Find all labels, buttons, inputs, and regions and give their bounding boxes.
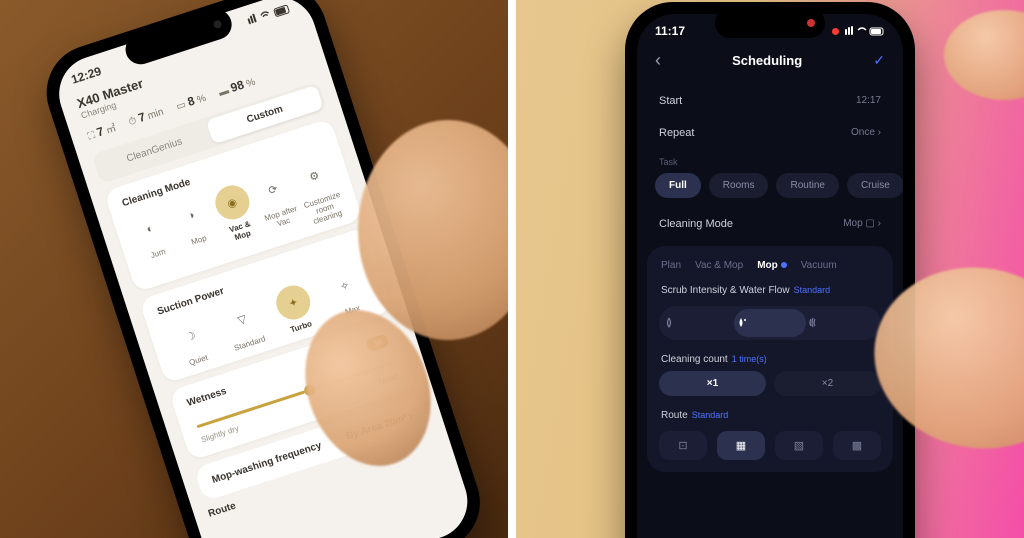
task-full[interactable]: Full (655, 173, 701, 198)
route-grid-icon[interactable]: ▩ (833, 431, 881, 460)
mopafter-icon: ⟳ (252, 168, 295, 211)
jum-icon: ◐ (129, 208, 172, 251)
opt-turbo[interactable]: ✦Turbo (265, 279, 325, 339)
repeat-row[interactable]: RepeatOnce › (655, 117, 885, 149)
opt-standard[interactable]: ▽Standard (214, 296, 274, 356)
scrub-label: Scrub Intensity & Water FlowStandard (659, 281, 881, 300)
route-fast-icon[interactable]: ⊡ (659, 431, 707, 460)
vacmop-icon: ◉ (211, 181, 254, 224)
turbo-icon: ✦ (272, 281, 315, 324)
scrub-standard[interactable] (734, 309, 806, 337)
task-rooms[interactable]: Rooms (709, 173, 769, 198)
stat-time: ⏱ 7 min (126, 104, 165, 129)
scrub-high[interactable] (806, 309, 878, 337)
max-icon: ✧ (323, 264, 366, 307)
task-section-label: Task (655, 149, 885, 169)
plan-tab-vacmop[interactable]: Vac & Mop (695, 260, 743, 271)
standard-icon: ▽ (220, 298, 263, 341)
back-button[interactable]: ‹ (655, 50, 661, 71)
confirm-button[interactable]: ✓ (873, 52, 885, 69)
plan-panel: Plan Vac & Mop Mop Vacuum Scrub Intensit… (647, 246, 893, 472)
count-x1[interactable]: ×1 (659, 371, 766, 396)
plan-tab-plan[interactable]: Plan (661, 260, 681, 271)
status-icons (832, 24, 885, 38)
plan-tab-vacuum[interactable]: Vacuum (801, 260, 837, 271)
scrub-low[interactable] (662, 309, 734, 337)
quiet-icon: ☽ (169, 314, 212, 357)
plan-tab-mop[interactable]: Mop (757, 260, 787, 271)
start-row[interactable]: Start12:17 (655, 85, 885, 117)
cleaning-mode-row[interactable]: Cleaning ModeMop ▢ › (655, 208, 885, 240)
opt-quiet[interactable]: ☽Quiet (162, 312, 222, 372)
finger-overlay-2 (944, 10, 1024, 100)
route-standard-icon[interactable]: ▦ (717, 431, 765, 460)
task-cruise[interactable]: Cruise (847, 173, 903, 198)
cleaning-count-label: Cleaning count1 time(s) (659, 350, 881, 369)
page-title: Scheduling (732, 53, 802, 68)
count-x2[interactable]: ×2 (774, 371, 881, 396)
scrub-segmented[interactable] (659, 306, 881, 340)
task-routine[interactable]: Routine (776, 173, 838, 198)
route-label: RouteStandard (659, 406, 881, 425)
stat-batt2: ▬ 98 % (217, 74, 258, 100)
customize-icon: ⚙ (293, 154, 336, 197)
wetness-label-dry: Slightly dry (200, 424, 240, 445)
recording-icon (832, 28, 839, 35)
stat-batt: ▭ 8 % (174, 90, 208, 114)
mop-icon: ◑ (170, 194, 213, 237)
status-time: 11:17 (655, 24, 685, 38)
route-deep-icon[interactable]: ▧ (775, 431, 823, 460)
stat-area: ⛶ 7 ㎡ (85, 119, 117, 142)
